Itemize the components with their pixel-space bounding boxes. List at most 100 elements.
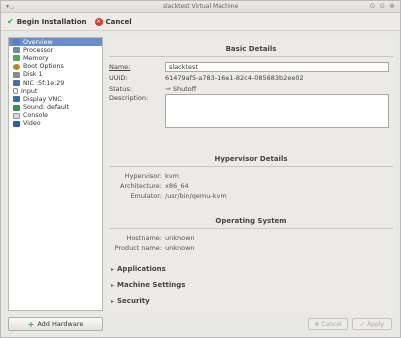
cancel-icon: ✕: [94, 17, 103, 26]
hardware-list: Overview Processor Memory Boot Options D…: [8, 37, 103, 311]
operating-system-section: Operating System Hostname: unknown Produ…: [109, 217, 393, 253]
divider: [109, 166, 393, 167]
sidebar-item-nic[interactable]: NIC :5f:1e:29: [9, 79, 102, 87]
close-icon[interactable]: ⊗: [389, 2, 395, 10]
name-field[interactable]: slacktest: [165, 61, 389, 72]
plus-icon: +: [27, 319, 35, 329]
sidebar-item-label: NIC :5f:1e:29: [23, 79, 65, 87]
hostname-row: Hostname: unknown: [109, 233, 393, 243]
architecture-label: Architecture:: [120, 182, 162, 190]
cancel-button[interactable]: ⊗ Cancel: [308, 318, 348, 330]
sidebar-item-video[interactable]: Video: [9, 120, 102, 128]
sidebar-item-input[interactable]: Input: [9, 87, 102, 95]
hypervisor-value: kvm: [165, 172, 179, 180]
hostname-value: unknown: [165, 234, 195, 242]
cancel-label: Cancel: [321, 320, 342, 328]
cancel-installation-button[interactable]: ✕ Cancel: [94, 17, 132, 26]
chevron-right-icon: ▸: [111, 297, 115, 305]
product-name-row: Product name: unknown: [109, 243, 393, 253]
product-name-label: Product name:: [114, 244, 162, 252]
name-label: Name:: [109, 62, 131, 71]
begin-installation-button[interactable]: ✔ Begin Installation: [7, 17, 87, 26]
apply-label: Apply: [367, 320, 384, 328]
divider: [109, 228, 393, 229]
add-hardware-button[interactable]: + Add Hardware: [8, 317, 103, 331]
apply-button[interactable]: ✓ Apply: [352, 318, 392, 330]
disk-icon: [13, 71, 20, 78]
sidebar-item-label: Display VNC: [23, 95, 62, 103]
sidebar-item-label: Sound: default: [23, 104, 70, 112]
cancel-installation-label: Cancel: [105, 17, 132, 26]
basic-details-heading: Basic Details: [225, 45, 277, 53]
sidebar-item-memory[interactable]: Memory: [9, 54, 102, 62]
maximize-icon[interactable]: ⊙: [379, 2, 385, 10]
sidebar-item-sound[interactable]: Sound: default: [9, 104, 102, 112]
nic-icon: [13, 80, 20, 87]
shutoff-icon: ⇒: [165, 84, 171, 93]
sound-icon: [13, 104, 20, 111]
uuid-row: UUID: 61479af5-a783-16e1-82c4-085683b2ee…: [109, 72, 393, 83]
sidebar-item-label: Overview: [23, 38, 53, 46]
description-label: Description:: [109, 94, 149, 102]
window-title: slacktest Virtual Machine: [162, 3, 239, 10]
applications-expander[interactable]: ▸ Applications: [111, 265, 166, 273]
cancel-small-icon: ⊗: [314, 320, 320, 328]
basic-details-section: Basic Details Name: slacktest UUID: 6147…: [109, 45, 393, 130]
memory-icon: [13, 55, 20, 62]
hypervisor-label: Hypervisor:: [124, 172, 162, 180]
sidebar-item-display[interactable]: Display VNC: [9, 95, 102, 103]
chevron-right-icon: ▸: [111, 265, 115, 273]
overview-icon: [13, 39, 20, 46]
architecture-value: x86_64: [165, 182, 189, 190]
display-icon: [13, 96, 20, 103]
footer-buttons: ⊗ Cancel ✓ Apply: [308, 318, 392, 330]
operating-system-heading: Operating System: [215, 217, 287, 225]
sidebar-item-label: Memory: [23, 54, 49, 62]
vm-details-window: ▾◡ slacktest Virtual Machine ⊙ ⊙ ⊗ ✔ Beg…: [0, 0, 401, 338]
architecture-row: Architecture: x86_64: [109, 181, 393, 191]
status-value: Shutoff: [172, 84, 197, 93]
machine-settings-label: Machine Settings: [117, 281, 186, 289]
chevron-right-icon: ▸: [111, 281, 115, 289]
applications-label: Applications: [117, 265, 166, 273]
video-icon: [13, 120, 20, 127]
title-bar: ▾◡ slacktest Virtual Machine ⊙ ⊙ ⊗: [1, 1, 400, 13]
sidebar-item-disk[interactable]: Disk 1: [9, 71, 102, 79]
sidebar-item-boot-options[interactable]: Boot Options: [9, 63, 102, 71]
name-row: Name: slacktest: [109, 61, 393, 72]
uuid-label: UUID:: [109, 73, 128, 82]
hypervisor-details-section: Hypervisor Details Hypervisor: kvm Archi…: [109, 155, 393, 201]
hypervisor-row: Hypervisor: kvm: [109, 171, 393, 181]
toolbar: ✔ Begin Installation ✕ Cancel: [1, 13, 400, 31]
processor-icon: [13, 47, 20, 54]
machine-settings-expander[interactable]: ▸ Machine Settings: [111, 281, 185, 289]
sidebar-item-processor[interactable]: Processor: [9, 46, 102, 54]
divider: [109, 56, 393, 57]
emulator-row: Emulator: /usr/bin/qemu-kvm: [109, 191, 393, 201]
input-icon: [13, 88, 18, 95]
details-pane: Basic Details Name: slacktest UUID: 6147…: [107, 37, 395, 313]
sidebar-item-console[interactable]: Console: [9, 112, 102, 120]
boot-options-icon: [13, 63, 20, 70]
sidebar-item-label: Disk 1: [23, 71, 43, 79]
sidebar-item-label: Console: [23, 112, 48, 120]
hypervisor-details-heading: Hypervisor Details: [214, 155, 288, 163]
hostname-label: Hostname:: [126, 234, 162, 242]
description-row: Description:: [109, 94, 393, 130]
security-expander[interactable]: ▸ Security: [111, 297, 150, 305]
emulator-label: Emulator:: [130, 192, 162, 200]
window-controls: ⊙ ⊙ ⊗: [369, 2, 395, 10]
security-label: Security: [117, 297, 150, 305]
console-icon: [13, 112, 20, 119]
apply-icon: ✓: [360, 320, 366, 328]
uuid-value: 61479af5-a783-16e1-82c4-085683b2ee02: [165, 73, 304, 82]
begin-installation-label: Begin Installation: [16, 17, 87, 26]
description-field[interactable]: [165, 94, 389, 128]
minimize-icon[interactable]: ⊙: [369, 2, 375, 10]
sidebar-item-overview[interactable]: Overview: [9, 38, 102, 47]
sidebar-item-label: Processor: [23, 46, 54, 54]
add-hardware-label: Add Hardware: [37, 320, 84, 328]
status-label: Status:: [109, 84, 132, 93]
sidebar-item-label: Boot Options: [23, 63, 64, 71]
checkmark-icon: ✔: [7, 17, 14, 26]
